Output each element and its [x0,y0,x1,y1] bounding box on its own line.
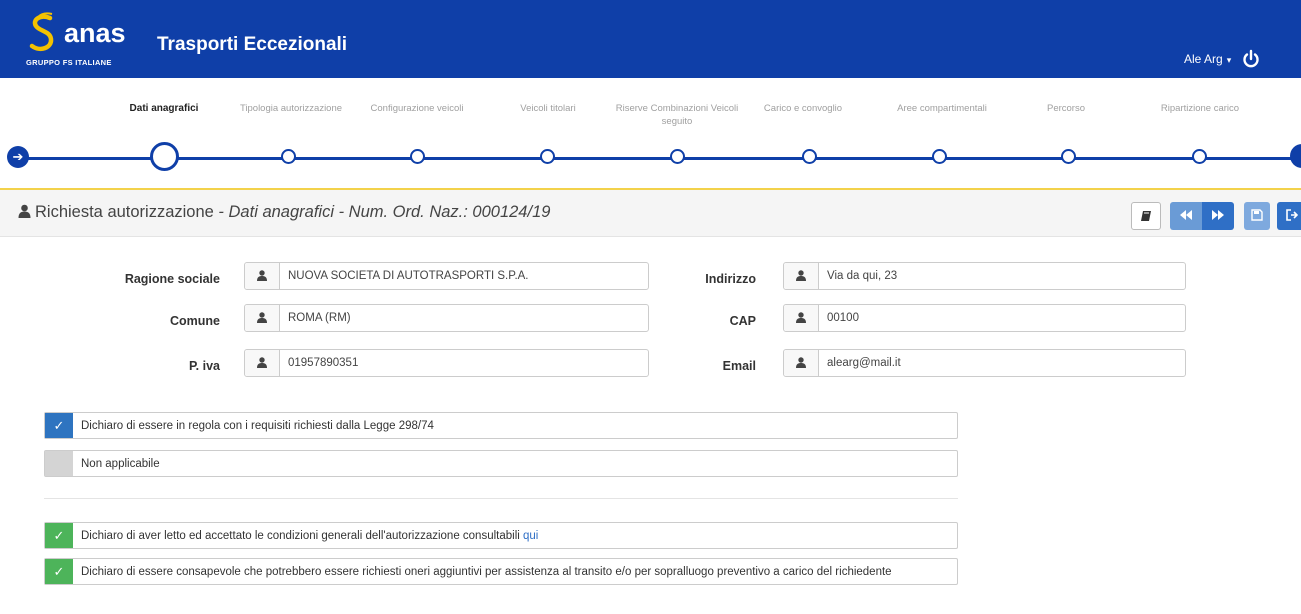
label-cap: CAP [729,314,756,328]
app-title: Trasporti Eccezionali [157,34,348,55]
condizioni-link[interactable]: qui [523,530,538,542]
section-header: Richiesta autorizzazione - Dati anagrafi… [0,190,1301,237]
label-ragione-sociale: Ragione sociale [124,272,220,286]
declaration-non-applicabile-text: Non applicabile [81,458,160,470]
brand-subtitle: GRUPPO FS ITALIANE [26,58,112,67]
step-label-carico[interactable]: Carico e convoglio [753,102,853,115]
declaration-condizioni-checkbox[interactable]: ✓ [45,523,73,548]
field-addon [245,263,280,289]
wizard-track-line [20,157,1300,160]
field-addon [245,305,280,331]
exit-button[interactable] [1277,202,1301,230]
step-node-dati-anagrafici[interactable] [150,142,179,171]
title-main: Richiesta autorizzazione [35,203,214,221]
declaration-requisiti-text: Dichiaro di essere in regola con i requi… [81,420,434,432]
comune-input[interactable] [280,305,648,331]
user-icon [796,270,806,281]
anas-s-logo-icon [29,12,54,52]
title-separator: - [213,203,229,221]
power-icon[interactable] [1240,48,1262,70]
declaration-requisiti-row: ✓ Dichiaro di essere in regola con i req… [44,412,958,439]
step-label-aree[interactable]: Aree compartimentali [892,102,992,115]
condizioni-label: Dichiaro di aver letto ed accettato le c… [81,530,520,542]
title-sub: Dati anagrafici - Num. Ord. Naz.: 000124… [228,203,551,221]
step-node-percorso[interactable] [1061,149,1076,164]
manual-button[interactable] [1131,202,1161,230]
section-divider [44,498,958,499]
declaration-non-applicabile-checkbox[interactable] [45,451,73,476]
declaration-oneri-text: Dichiaro di essere consapevole che potre… [81,566,892,578]
piva-input[interactable] [280,350,648,376]
step-node-configurazione[interactable] [410,149,425,164]
label-comune: Comune [170,314,220,328]
forward-icon [1212,210,1224,220]
declaration-oneri-row: ✓ Dichiaro di essere consapevole che pot… [44,558,958,585]
step-node-veicoli-titolari[interactable] [540,149,555,164]
field-addon [784,350,819,376]
user-icon [257,357,267,368]
cap-input[interactable] [819,305,1185,331]
piva-field [244,349,649,377]
user-icon [796,312,806,323]
step-node-tipologia[interactable] [281,149,296,164]
step-label-dati-anagrafici[interactable]: Dati anagrafici [99,102,229,115]
step-node-carico[interactable] [802,149,817,164]
step-label-ripartizione[interactable]: Ripartizione carico [1150,102,1250,115]
save-button[interactable] [1244,202,1270,230]
label-indirizzo: Indirizzo [705,272,756,286]
email-field [783,349,1186,377]
sign-out-icon [1286,209,1299,221]
step-node-next[interactable] [1290,144,1301,168]
backward-icon [1180,210,1192,220]
user-menu-dropdown[interactable]: Ale Arg ▾ [1184,52,1231,66]
indirizzo-field [783,262,1186,290]
step-label-riserve[interactable]: Riserve Combinazioni Veicoli seguito [613,102,741,128]
field-addon [784,305,819,331]
page-title: Richiesta autorizzazione - Dati anagrafi… [18,203,550,222]
wizard-progress: Dati anagrafici Tipologia autorizzazione… [0,80,1301,185]
next-step-button[interactable] [1202,202,1234,230]
wizard-start-arrow-icon[interactable]: ➔ [7,146,29,168]
step-label-percorso[interactable]: Percorso [1001,102,1131,115]
email-input[interactable] [819,350,1185,376]
user-icon [796,357,806,368]
step-label-tipologia[interactable]: Tipologia autorizzazione [226,102,356,115]
declaration-condizioni-row: ✓ Dichiaro di aver letto ed accettato le… [44,522,958,549]
anas-logo[interactable]: anas GRUPPO FS ITALIANE [26,12,136,72]
caret-down-icon: ▾ [1226,55,1232,65]
step-label-configurazione[interactable]: Configurazione veicoli [355,102,479,115]
step-node-ripartizione[interactable] [1192,149,1207,164]
user-icon [18,204,31,218]
ragione-sociale-field [244,262,649,290]
previous-step-button[interactable] [1170,202,1202,230]
field-addon [784,263,819,289]
label-email: Email [722,359,756,373]
user-name: Ale Arg [1184,52,1223,66]
cap-field [783,304,1186,332]
indirizzo-input[interactable] [819,263,1185,289]
declaration-non-applicabile-row: Non applicabile [44,450,958,477]
user-icon [257,312,267,323]
step-label-veicoli-titolari[interactable]: Veicoli titolari [483,102,613,115]
step-node-aree[interactable] [932,149,947,164]
declaration-oneri-checkbox[interactable]: ✓ [45,559,73,584]
user-icon [257,270,267,281]
top-navbar: anas GRUPPO FS ITALIANE Trasporti Eccezi… [0,0,1301,78]
label-piva: P. iva [188,359,220,373]
floppy-disk-icon [1251,209,1263,221]
ragione-sociale-input[interactable] [280,263,648,289]
brand-name: anas [64,18,126,48]
book-icon [1141,211,1151,221]
field-addon [245,350,280,376]
declaration-condizioni-text: Dichiaro di aver letto ed accettato le c… [81,530,538,542]
declaration-requisiti-checkbox[interactable]: ✓ [45,413,73,438]
step-node-riserve[interactable] [670,149,685,164]
comune-field [244,304,649,332]
